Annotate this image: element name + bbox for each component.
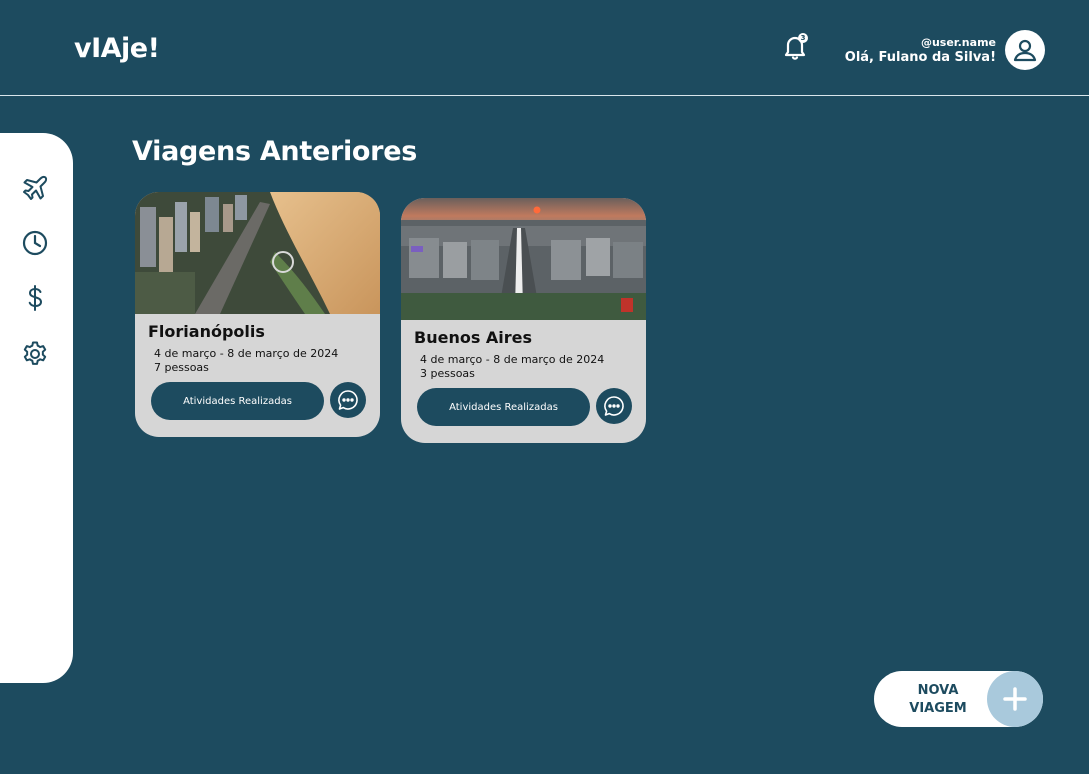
- airplane-icon: [23, 175, 48, 200]
- sidebar-item-history[interactable]: [20, 228, 50, 258]
- user-info: @user.name Olá, Fulano da Silva!: [845, 36, 996, 66]
- trip-card-buenos-aires[interactable]: Buenos Aires 4 de março - 8 de março de …: [401, 198, 646, 443]
- header-divider: [0, 95, 1089, 96]
- app-page: vIAje! 3 @user.name Olá, Fulano da Silva…: [0, 0, 1089, 774]
- user-icon: [1013, 39, 1037, 62]
- chat-bubble-icon: [338, 390, 358, 410]
- trip-dates: 4 de março - 8 de março de 2024: [154, 347, 339, 360]
- activities-button[interactable]: Atividades Realizadas: [417, 388, 590, 426]
- trip-card-florianopolis[interactable]: Florianópolis 4 de março - 8 de março de…: [135, 192, 380, 437]
- sidebar-item-settings[interactable]: [20, 339, 50, 369]
- greeting-label: Olá, Fulano da Silva!: [844, 50, 996, 65]
- sidebar-item-trips[interactable]: [20, 173, 50, 203]
- page-title: Viagens Anteriores: [132, 136, 417, 167]
- app-logo[interactable]: vIAje!: [74, 33, 160, 64]
- notifications-button[interactable]: 3: [783, 33, 808, 60]
- trip-city: Buenos Aires: [414, 328, 533, 347]
- dollar-icon: [28, 285, 43, 311]
- new-trip-label-line1: NOVA: [917, 683, 959, 698]
- plus-icon: [1003, 687, 1027, 711]
- sidebar: [0, 133, 73, 683]
- trip-photo: [135, 192, 380, 314]
- trip-people: 3 pessoas: [420, 367, 475, 380]
- avatar[interactable]: [1005, 30, 1045, 70]
- trip-people: 7 pessoas: [154, 361, 209, 374]
- new-trip-button[interactable]: NOVA VIAGEM: [874, 671, 1043, 727]
- trip-photo: [401, 198, 646, 320]
- new-trip-label: NOVA VIAGEM: [902, 682, 974, 718]
- clock-icon: [22, 230, 48, 256]
- new-trip-label-line2: VIAGEM: [909, 701, 967, 716]
- trip-dates: 4 de março - 8 de março de 2024: [420, 353, 605, 366]
- notification-count-badge: 3: [798, 33, 808, 43]
- username-label: @user.name: [920, 36, 996, 49]
- plus-circle: [987, 671, 1043, 727]
- chat-bubble-icon: [604, 396, 624, 416]
- trip-city: Florianópolis: [148, 322, 265, 341]
- activities-button[interactable]: Atividades Realizadas: [151, 382, 324, 420]
- sidebar-item-expenses[interactable]: [20, 283, 50, 313]
- gear-icon: [23, 341, 47, 365]
- chat-button[interactable]: [330, 382, 366, 418]
- chat-button[interactable]: [596, 388, 632, 424]
